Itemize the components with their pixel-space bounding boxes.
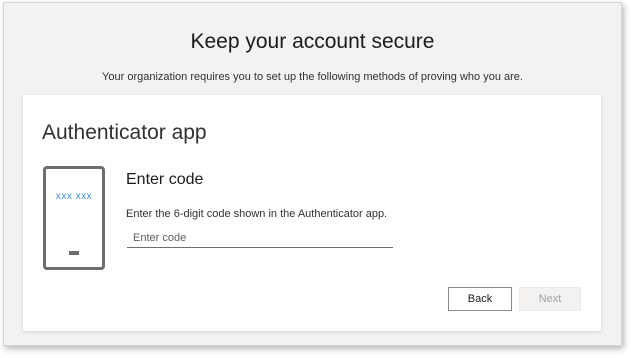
page-subtitle: Your organization requires you to set up… — [102, 71, 523, 83]
phone-home-button — [69, 251, 79, 255]
page-title: Keep your account secure — [190, 30, 435, 53]
step-title: Enter code — [126, 171, 204, 188]
code-input[interactable] — [127, 228, 393, 248]
next-button[interactable]: Next — [519, 287, 581, 311]
phone-icon: xxx xxx — [43, 166, 105, 270]
phone-code-text: xxx xxx — [55, 191, 93, 202]
instructions-text: Enter the 6-digit code shown in the Auth… — [126, 208, 388, 220]
setup-window: Keep your account secure Your organizati… — [3, 2, 622, 346]
method-title: Authenticator app — [42, 121, 207, 144]
method-card: Authenticator app xxx xxx Enter code Ent… — [23, 95, 601, 331]
back-button[interactable]: Back — [448, 287, 512, 311]
